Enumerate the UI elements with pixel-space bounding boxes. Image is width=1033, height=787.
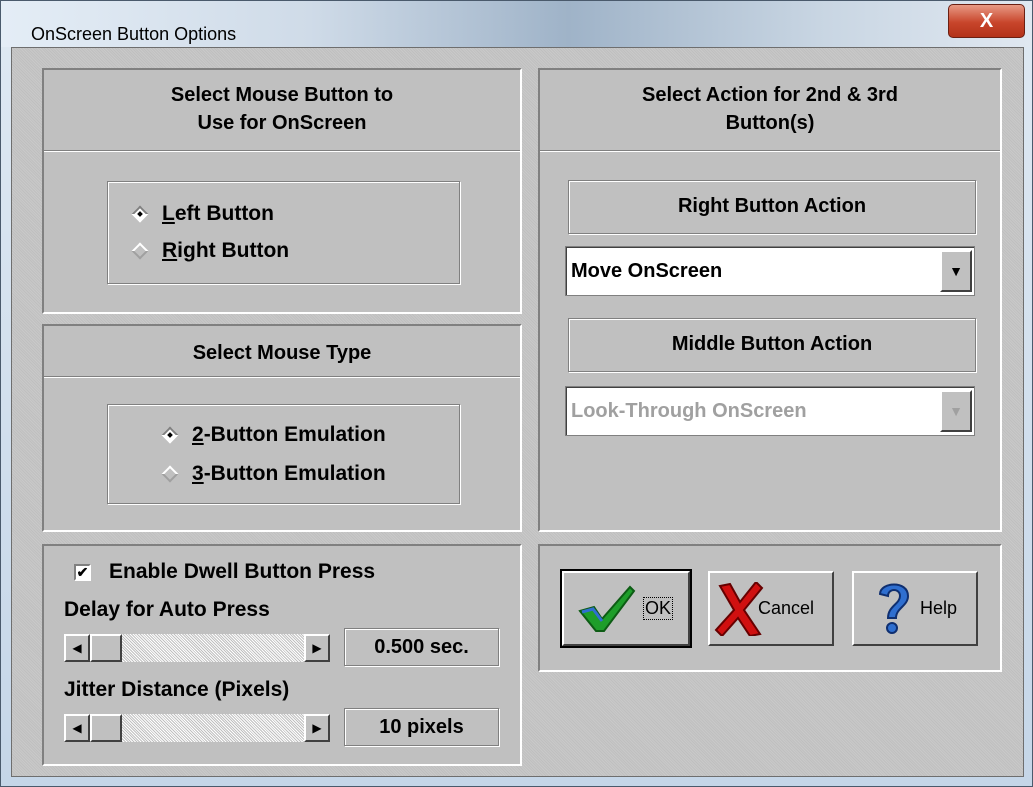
jitter-label: Jitter Distance (Pixels) — [64, 678, 290, 701]
scroll-right-arrow-icon[interactable]: ▶ — [304, 634, 330, 662]
delay-value: 0.500 sec. — [344, 628, 499, 666]
question-mark-icon — [878, 583, 910, 634]
checkbox-checked-icon: ✔ — [74, 563, 91, 581]
radio-2-button-accel: 2 — [192, 423, 204, 446]
jitter-slider-thumb[interactable] — [90, 714, 122, 742]
cancel-button-label: Cancel — [758, 598, 815, 618]
radio-2-button-label: 2-Button Emulation — [192, 423, 386, 447]
right-button-action-value: Move OnScreen — [571, 260, 723, 282]
mouse-button-panel: Select Mouse Button to Use for OnScreen … — [42, 68, 522, 314]
action-panel-title-line1: Select Action for 2nd & 3rd — [642, 84, 898, 106]
radio-right-button-accel: R — [162, 239, 178, 262]
radio-unselected-icon — [131, 242, 149, 260]
scroll-left-arrow-icon[interactable]: ◀ — [64, 634, 90, 662]
cancel-button[interactable]: Cancel — [708, 571, 834, 646]
radio-left-button-label: Left Button — [162, 202, 274, 226]
middle-button-action-select: Look-Through OnScreen ▼ — [565, 386, 975, 436]
title-bar[interactable]: OnScreen Button Options X — [1, 1, 1032, 47]
radio-left-button-text: eft Button — [174, 202, 274, 225]
right-button-action-label: Right Button Action — [568, 180, 976, 234]
radio-unselected-icon — [161, 465, 179, 483]
delay-slider[interactable]: ◀ ▶ — [64, 634, 330, 662]
buttons-panel: OK Cancel Help — [538, 544, 1002, 672]
radio-right-button-label: Right Button — [162, 239, 289, 263]
divider — [44, 150, 520, 152]
radio-3-button-accel: 3 — [192, 462, 204, 485]
radio-selected-icon — [131, 205, 149, 223]
enable-dwell-label: Enable Dwell Button Press — [109, 560, 376, 583]
radio-3-button-emulation[interactable]: 3-Button Emulation — [161, 462, 386, 486]
divider — [540, 150, 1000, 152]
checkmark-icon — [578, 585, 636, 632]
help-button-label: Help — [920, 598, 958, 618]
scroll-left-arrow-icon[interactable]: ◀ — [64, 714, 90, 742]
jitter-slider[interactable]: ◀ ▶ — [64, 714, 330, 742]
action-panel-title-line2: Button(s) — [725, 112, 815, 134]
action-panel: Select Action for 2nd & 3rd Button(s) Ri… — [538, 68, 1002, 532]
ok-button-label: OK — [642, 597, 674, 620]
radio-left-button-accel: L — [162, 202, 175, 225]
radio-selected-icon — [161, 426, 179, 444]
mouse-button-panel-title-line2: Use for OnScreen — [197, 112, 367, 134]
dropdown-arrow-icon[interactable]: ▼ — [940, 250, 972, 292]
window-title: OnScreen Button Options — [31, 24, 237, 44]
enable-dwell-checkbox[interactable]: ✔ Enable Dwell Button Press — [74, 560, 375, 584]
radio-3-button-label: 3-Button Emulation — [192, 462, 386, 486]
jitter-value: 10 pixels — [344, 708, 499, 746]
ok-button[interactable]: OK — [560, 569, 692, 648]
middle-button-action-value: Look-Through OnScreen — [571, 400, 807, 422]
divider — [44, 376, 520, 378]
close-button[interactable]: X — [948, 4, 1025, 38]
delay-label: Delay for Auto Press — [64, 598, 270, 621]
dialog-window: OnScreen Button Options X Select Mouse B… — [0, 0, 1033, 787]
dropdown-arrow-icon: ▼ — [940, 390, 972, 432]
radio-right-button[interactable]: Right Button — [131, 239, 289, 263]
right-button-action-select[interactable]: Move OnScreen ▼ — [565, 246, 975, 296]
radio-2-button-text: -Button Emulation — [203, 423, 386, 446]
radio-3-button-text: -Button Emulation — [203, 462, 386, 485]
dialog-client-area: Select Mouse Button to Use for OnScreen … — [11, 47, 1024, 777]
dwell-panel: ✔ Enable Dwell Button Press Delay for Au… — [42, 544, 522, 766]
mouse-type-panel-title: Select Mouse Type — [192, 342, 372, 364]
red-x-icon — [714, 581, 764, 636]
radio-right-button-text: ight Button — [177, 239, 290, 262]
mouse-button-panel-title-line1: Select Mouse Button to — [170, 84, 394, 106]
scroll-right-arrow-icon[interactable]: ▶ — [304, 714, 330, 742]
middle-button-action-label: Middle Button Action — [568, 318, 976, 372]
mouse-type-panel: Select Mouse Type 2-Button Emulation 3-B… — [42, 324, 522, 532]
help-button[interactable]: Help — [852, 571, 978, 646]
radio-2-button-emulation[interactable]: 2-Button Emulation — [161, 423, 386, 447]
mouse-type-options-box: 2-Button Emulation 3-Button Emulation — [107, 404, 460, 504]
delay-slider-thumb[interactable] — [90, 634, 122, 662]
mouse-button-options-box: Left Button Right Button — [107, 181, 460, 284]
radio-left-button[interactable]: Left Button — [131, 202, 274, 226]
